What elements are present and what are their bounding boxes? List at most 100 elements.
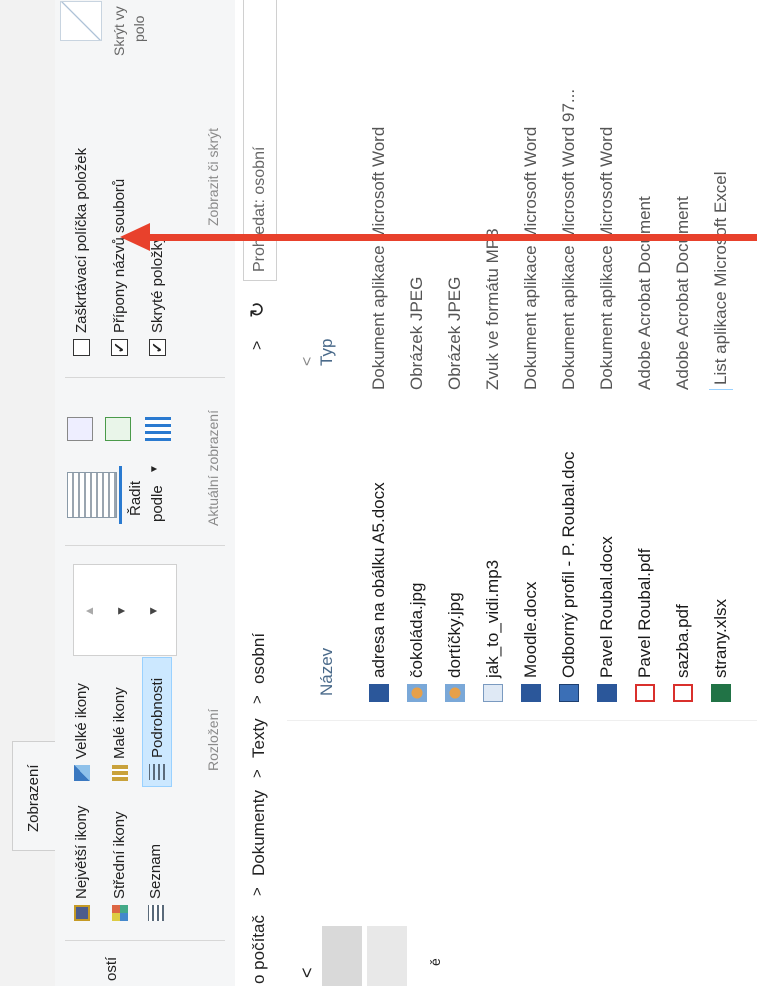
sort-arrow-icon (119, 466, 122, 524)
file-row[interactable]: strany.xlsx (709, 599, 733, 702)
ribbon-tab-bar: Zobrazení (0, 0, 56, 986)
nav-scrollbar[interactable] (322, 926, 362, 986)
checkbox-item-checkboxes[interactable]: Zaškrtávací políčka položek (73, 148, 90, 356)
checkbox-file-extensions[interactable]: ✓ Přípony názvů souborů (111, 179, 128, 356)
hide-selected-label-2: polo (131, 15, 147, 42)
content-area: < ě Název < Typ adresa na obálku A5.docx… (287, 0, 757, 986)
file-name: dortíčky.jpg (445, 592, 464, 678)
ribbon-left-fragment: ostí (103, 956, 120, 981)
file-extensions-checkbox[interactable]: ✓ (111, 339, 128, 356)
scroll-up-icon[interactable]: ▲ (82, 605, 96, 617)
file-type: Adobe Acrobat Document (633, 196, 657, 390)
pdf-icon (673, 684, 693, 702)
file-name: sazba.pdf (673, 604, 692, 678)
jpeg-icon (407, 684, 427, 702)
breadcrumb-documents[interactable]: Dokumenty (249, 790, 269, 876)
tab-view[interactable]: Zobrazení (12, 741, 56, 851)
file-type: List aplikace Microsoft Excel (709, 171, 733, 390)
hide-selected-icon[interactable] (60, 1, 102, 41)
layout-group-label: Rozložení (205, 708, 221, 771)
sort-label-2: podle (149, 485, 166, 522)
layout-details[interactable]: Podrobnosti (142, 657, 172, 787)
annotation-arrow-head-icon (120, 223, 150, 251)
add-columns-icon[interactable] (105, 417, 131, 441)
file-row[interactable]: Pavel Roubal.docx (595, 536, 619, 702)
layout-details-label: Podrobnosti (148, 677, 166, 758)
sort-by-icon (67, 472, 117, 518)
refresh-icon[interactable]: ↻ (245, 301, 270, 318)
layout-large-icons[interactable]: Velké ikony (73, 683, 90, 781)
file-type-label: Obrázek JPEG (445, 276, 464, 390)
breadcrumb-personal[interactable]: osobní (249, 633, 269, 684)
nav-scroll-left-icon[interactable]: < (297, 967, 318, 978)
ribbon: ostí Největší ikony Velké ikony Střední … (55, 0, 236, 986)
column-header-name[interactable]: Název (317, 648, 337, 696)
column-collapse-icon[interactable]: < (299, 357, 317, 366)
file-row[interactable]: Moodle.docx (519, 582, 543, 702)
file-type-label: Obrázek JPEG (407, 276, 426, 390)
layout-small-label: Malé ikony (111, 687, 128, 759)
layout-scroll[interactable]: ▲ ▼ ▼ (73, 564, 177, 656)
file-row[interactable]: Odborný profil - P. Roubal.doc (557, 452, 581, 702)
group-by-icon[interactable] (67, 417, 93, 441)
file-row[interactable]: jak_to_vidi.mp3 (481, 560, 505, 702)
layout-large-label: Velké ikony (73, 683, 90, 759)
scroll-down-icon[interactable]: ▼ (114, 605, 128, 617)
layout-small-icons[interactable]: Malé ikony (111, 687, 128, 781)
sort-dropdown-icon: ▼ (149, 464, 160, 474)
breadcrumb-texts[interactable]: Texty (249, 718, 269, 758)
divider (65, 545, 225, 546)
word-icon (521, 684, 541, 702)
file-type: Adobe Acrobat Document (671, 196, 695, 390)
file-row[interactable]: sazba.pdf (671, 604, 695, 702)
details-icon (149, 764, 165, 780)
file-type: Obrázek JPEG (443, 277, 467, 390)
tab-view-label: Zobrazení (25, 764, 42, 832)
file-row[interactable]: čokoláda.jpg (405, 583, 429, 702)
hidden-items-label: Skryté položky (149, 235, 166, 333)
file-type: Zvuk ve formátu MP3 (481, 228, 505, 390)
file-row[interactable]: Pavel Roubal.pdf (633, 549, 657, 702)
hidden-items-checkbox[interactable]: ✓ (149, 339, 166, 356)
layout-list[interactable]: Seznam (147, 844, 164, 921)
file-type: Obrázek JPEG (405, 277, 429, 390)
breadcrumb-separator[interactable]: > (249, 695, 266, 704)
file-type-label: Dokument aplikace Microsoft Word (597, 126, 616, 390)
layout-medium-icons[interactable]: Střední ikony (111, 811, 128, 921)
file-row[interactable]: dortíčky.jpg (443, 592, 467, 702)
navigation-pane: < ě (287, 720, 757, 986)
checkbox-hidden-items[interactable]: ✓ Skryté položky (149, 235, 166, 356)
layout-extra-large-icons[interactable]: Největší ikony (73, 806, 90, 921)
item-checkboxes-checkbox[interactable] (73, 339, 90, 356)
breadcrumb-computer[interactable]: o počítač (249, 915, 269, 984)
word-doc-icon (559, 684, 579, 702)
scroll-more-icon[interactable]: ▼ (146, 605, 160, 617)
divider (65, 377, 225, 378)
file-name: strany.xlsx (711, 598, 730, 678)
file-name: Pavel Roubal.pdf (635, 548, 654, 678)
address-dropdown-icon[interactable]: > (249, 341, 267, 350)
file-type-label: List aplikace Microsoft Excel (711, 171, 730, 385)
item-checkboxes-label: Zaškrtávací políčka položek (73, 147, 90, 333)
file-row[interactable]: adresa na obálku A5.docx (367, 482, 391, 702)
explorer-window: Zobrazení ostí Největší ikony Velké ikon… (0, 0, 757, 986)
search-placeholder: Prohledat: osobní (251, 146, 268, 272)
breadcrumb-separator[interactable]: > (249, 769, 266, 778)
sort-label-1: Řadit (127, 480, 144, 516)
column-header-type[interactable]: Typ (317, 339, 337, 366)
breadcrumb-separator[interactable]: > (249, 887, 266, 896)
size-columns-icon[interactable] (145, 417, 171, 441)
medium-icons-icon (111, 905, 128, 921)
word-icon (597, 684, 617, 702)
layout-medium-label: Střední ikony (111, 811, 128, 899)
file-type: Dokument aplikace Microsoft Word (519, 127, 543, 390)
file-name: jak_to_vidi.mp3 (483, 559, 502, 678)
excel-icon (711, 684, 731, 702)
sort-by-button[interactable]: Řadit podle ▼ (67, 464, 177, 526)
file-name: Moodle.docx (521, 581, 540, 678)
nav-item-fragment[interactable]: ě (427, 958, 443, 966)
small-icons-icon (111, 765, 128, 781)
layout-list-label: Seznam (147, 843, 164, 899)
file-type-label: Adobe Acrobat Document (635, 196, 654, 390)
nav-scrollbar-track[interactable] (367, 926, 407, 986)
